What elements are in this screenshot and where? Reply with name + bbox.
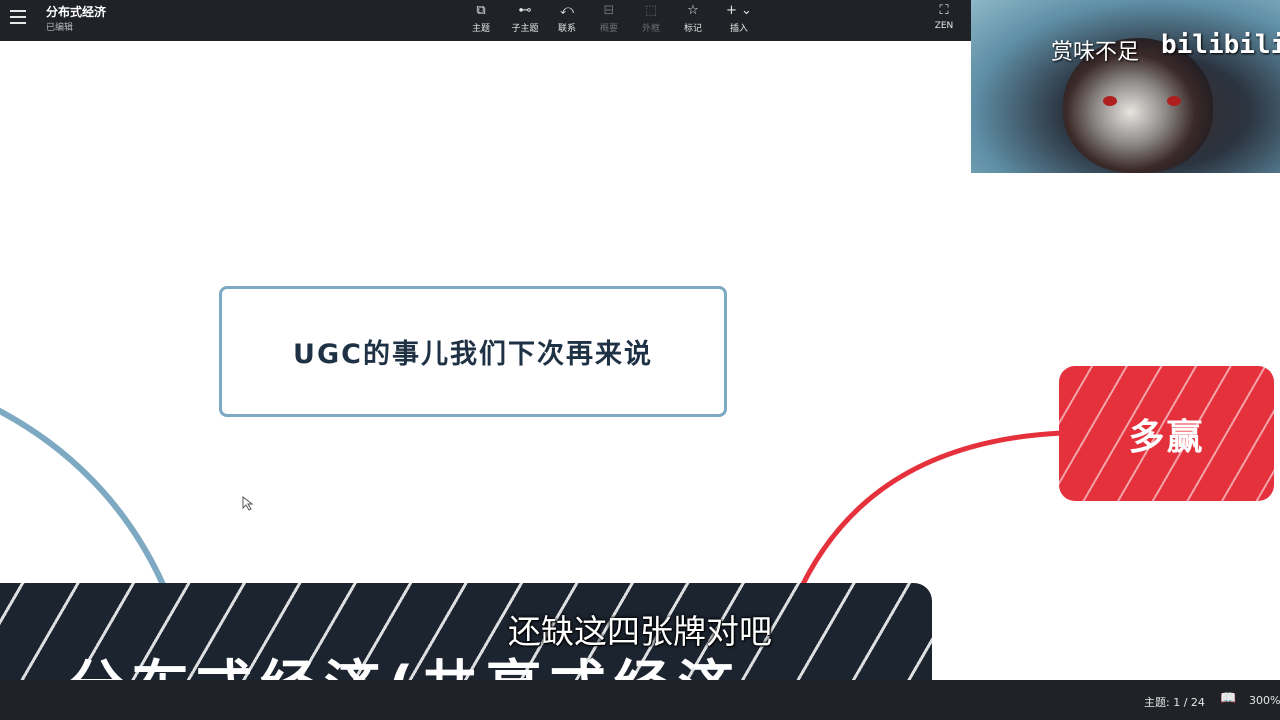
document-status: 已编辑 xyxy=(46,23,74,33)
toolbar-button-label: 子主题 xyxy=(511,24,539,34)
boundary-icon: ⬚ xyxy=(644,3,658,18)
zen-label: ZEN xyxy=(934,21,954,31)
document-title[interactable]: 分布式经济 xyxy=(46,3,106,20)
zen-mode-button[interactable]: ⛶ ZEN xyxy=(922,3,966,31)
zoom-level[interactable]: 300% xyxy=(1249,694,1280,707)
topic-icon: ⧉ xyxy=(476,3,486,18)
toolbar-button-2[interactable]: ⤺ 联系 xyxy=(545,3,589,34)
video-subtitle: 还缺这四张牌对吧 xyxy=(508,612,772,651)
right-branch-line xyxy=(792,430,1063,603)
relationship-icon: ⤺ xyxy=(560,3,574,18)
topic-node-win-win[interactable]: 多赢 xyxy=(1059,366,1274,501)
topic-node-text: UGC的事儿我们下次再来说 xyxy=(293,339,653,370)
toolbar-button-5[interactable]: ☆ 标记 xyxy=(671,3,715,34)
streamer-overlay: 赏味不足 bilibili xyxy=(971,0,1280,173)
toolbar-button-label: 标记 xyxy=(683,24,702,34)
book-icon[interactable]: 📖 xyxy=(1220,691,1236,706)
topic-count: 主题: 1 / 24 xyxy=(1144,696,1205,709)
subtopic-icon: ⊷ xyxy=(518,3,532,18)
panda-eye-left xyxy=(1103,96,1117,106)
status-bar: 主题: 1 / 24 📖 300% xyxy=(0,680,1280,720)
toolbar-button-4[interactable]: ⬚ 外框 xyxy=(629,3,673,34)
toolbar-button-label: 概要 xyxy=(599,24,618,34)
summary-icon: ⊟ xyxy=(603,3,615,18)
toolbar-button-label: 主题 xyxy=(471,24,490,34)
topic-node-ugc[interactable]: UGC的事儿我们下次再来说 xyxy=(219,286,727,417)
overlay-caption: 赏味不足 xyxy=(1051,40,1140,65)
win-win-text: 多赢 xyxy=(1128,416,1205,458)
left-branch-line xyxy=(0,407,173,603)
toolbar-button-0[interactable]: ⧉ 主题 xyxy=(459,3,503,34)
mouse-pointer-icon xyxy=(242,496,254,511)
hamburger-menu-icon[interactable] xyxy=(10,10,26,24)
fullscreen-icon: ⛶ xyxy=(939,3,949,18)
toolbar-button-1[interactable]: ⊷ 子主题 xyxy=(503,3,547,34)
toolbar-button-label: 插入 xyxy=(729,24,748,34)
toolbar-button-label: 联系 xyxy=(557,24,576,34)
toolbar-button-6[interactable]: + ⌄ 插入 xyxy=(717,3,761,34)
panda-eye-right xyxy=(1167,96,1181,106)
marker-star-icon: ☆ xyxy=(687,3,699,18)
insert-icon: + ⌄ xyxy=(726,3,752,18)
toolbar-button-label: 外框 xyxy=(641,24,660,34)
bilibili-logo: bilibili xyxy=(1161,30,1280,60)
toolbar-button-3[interactable]: ⊟ 概要 xyxy=(587,3,631,34)
